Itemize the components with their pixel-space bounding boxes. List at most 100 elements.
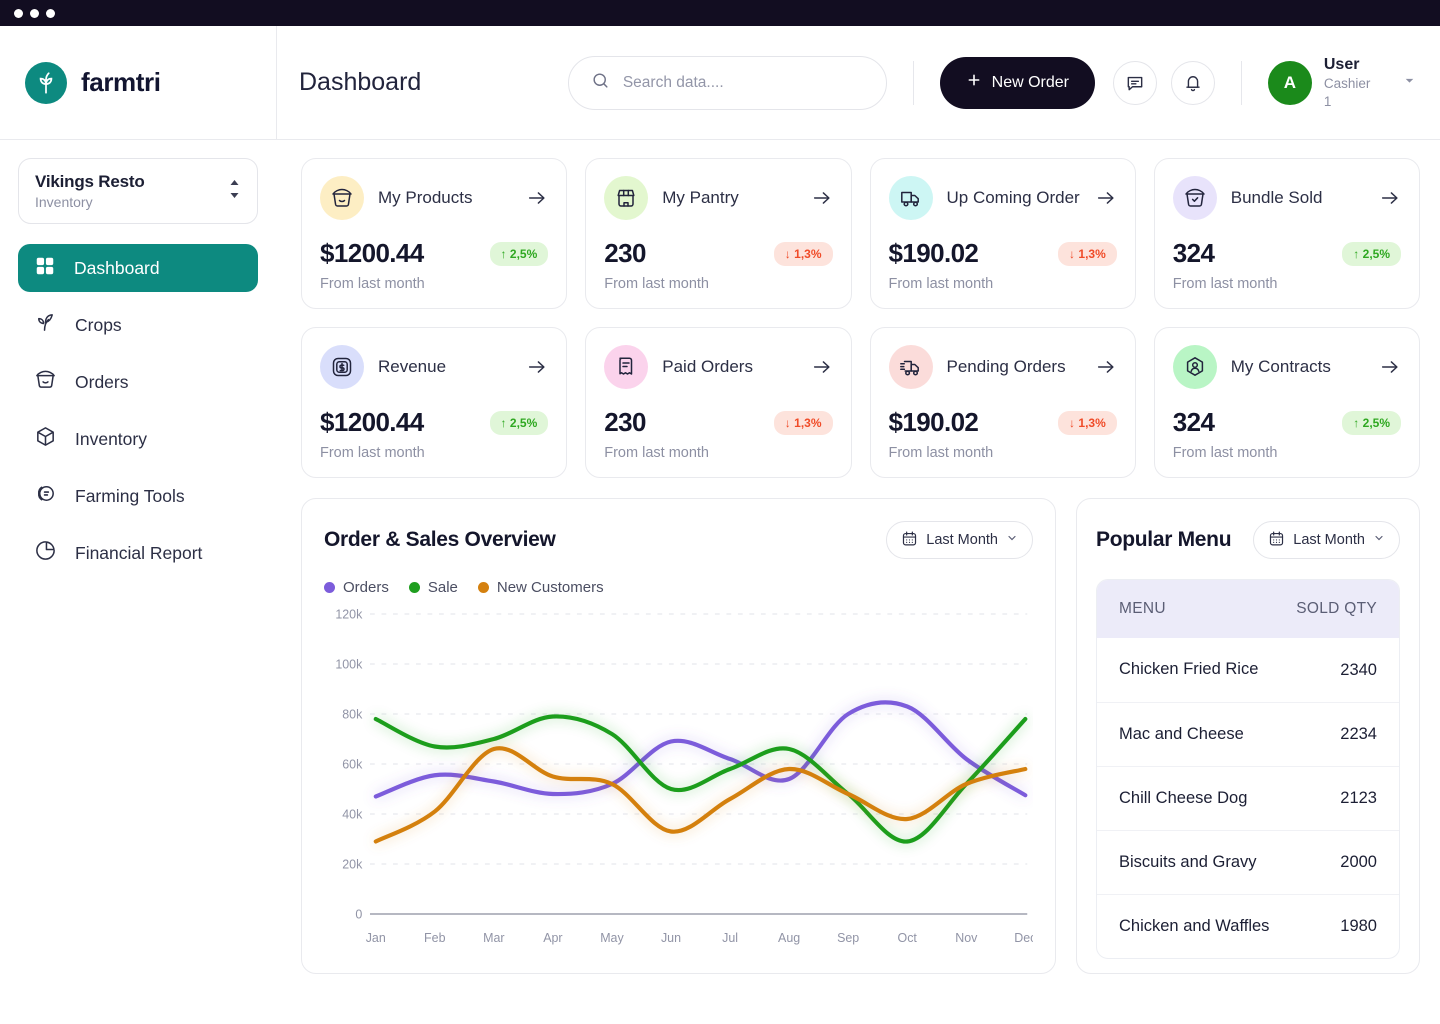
sprout-icon [34,311,57,339]
stat-card-subtitle: From last month [604,445,709,461]
status-badge: ↑ 2,5% [1342,410,1401,435]
stat-card-subtitle: From last month [888,276,994,292]
bell-icon[interactable] [1170,60,1215,105]
sidebar-item-crops[interactable]: Crops [18,301,258,349]
table-header-row: MENU SOLD QTY [1097,580,1399,638]
stat-card[interactable]: Pending Orders $190.02 ↓ 1,3% From last mon… [869,327,1136,478]
menu-item-name: Chill Cheese Dog [1119,788,1248,807]
badge-value: 1,3% [1078,415,1106,430]
stat-card[interactable]: Revenue $1200.44 ↑ 2,5% From last month [301,327,568,478]
search-box[interactable] [567,55,887,110]
org-selector[interactable]: Vikings Resto Inventory [18,158,258,224]
user-menu[interactable]: A User Cashier 1 [1267,55,1416,110]
stat-card-value: 324 [1172,407,1215,437]
svg-text:Feb: Feb [424,930,445,945]
menu-period-label: Last Month [1293,532,1365,548]
search-input[interactable] [622,73,864,92]
stat-card-subtitle: From last month [320,445,425,461]
chart-period-label: Last Month [926,532,998,548]
menu-item-qty: 2234 [1340,725,1377,743]
arrow-right-icon[interactable] [811,187,833,209]
stat-card[interactable]: Up Coming Order $190.02 ↓ 1,3% From last mo… [869,158,1136,309]
stat-card[interactable]: Paid Orders 230 ↓ 1,3% From last month [585,327,852,478]
stat-card[interactable]: My Contracts 324 ↑ 2,5% From last month [1153,327,1420,478]
svg-text:Jul: Jul [722,930,738,945]
top-bar: farmtri Dashboard New Order [0,26,1440,140]
sidebar-item-orders[interactable]: Orders [18,358,258,406]
status-badge: ↑ 2,5% [1342,241,1401,266]
brand-logo[interactable]: farmtri [0,26,277,139]
stat-card-value: $190.02 [888,407,979,437]
stat-card-title: My Contracts [1230,357,1331,376]
basket-icon [34,368,57,396]
stat-card-value: 230 [604,407,646,437]
sidebar-item-inventory[interactable]: Inventory [18,415,258,463]
sidebar-item-financial-report[interactable]: Financial Report [18,529,258,577]
menu-item-name: Chicken Fried Rice [1119,660,1259,679]
leaf-plant-icon [25,61,67,104]
header-divider-1 [912,60,914,105]
window-dot-maximize[interactable] [46,8,55,18]
window-dot-close[interactable] [14,8,23,18]
sidebar-item-dashboard[interactable]: Dashboard [18,244,258,292]
stat-card-title: Bundle Sold [1230,188,1323,207]
menu-period-selector[interactable]: Last Month [1253,521,1400,559]
chevron-down-icon[interactable] [1403,74,1416,92]
pie-chart-icon [34,539,57,567]
user-role: Cashier 1 [1323,75,1371,109]
badge-value: 2,5% [1362,246,1390,261]
svg-text:Dec: Dec [1014,930,1033,945]
stat-card-value: 230 [604,238,646,268]
arrow-right-icon[interactable] [1379,356,1401,378]
table-row[interactable]: Biscuits and Gravy 2000 [1097,830,1399,894]
chart-period-selector[interactable]: Last Month [886,521,1033,559]
status-badge: ↓ 1,3% [1058,241,1117,266]
stat-card[interactable]: My Products $1200.44 ↑ 2,5% From last month [301,158,568,309]
chevron-down-icon [1006,532,1018,548]
stat-card[interactable]: Bundle Sold 324 ↑ 2,5% From last month [1153,158,1420,309]
main-content: My Products $1200.44 ↑ 2,5% From last month… [277,140,1440,1024]
arrow-right-icon[interactable] [1095,356,1117,378]
table-row[interactable]: Chicken and Waffles 1980 [1097,894,1399,958]
arrow-right-icon[interactable] [1095,187,1117,209]
svg-text:Oct: Oct [898,930,918,945]
window-dot-minimize[interactable] [30,8,39,18]
arrow-right-icon[interactable] [526,187,548,209]
arrow-right-icon[interactable] [526,356,548,378]
menu-item-name: Mac and Cheese [1119,724,1244,743]
svg-text:Mar: Mar [483,930,505,945]
new-order-button[interactable]: New Order [939,56,1095,109]
legend-item[interactable]: Sale [408,579,458,596]
menu-panel-title: Popular Menu [1096,528,1232,551]
chart-title: Order & Sales Overview [324,528,556,551]
user-name: User [1323,55,1360,73]
stat-card[interactable]: My Pantry 230 ↓ 1,3% From last month [585,158,852,309]
column-header-menu: MENU [1119,600,1166,617]
legend-item[interactable]: Orders [324,579,389,596]
badge-value: 2,5% [1362,415,1390,430]
svg-text:80k: 80k [342,706,363,721]
arrow-right-icon[interactable] [811,356,833,378]
truck-icon [888,176,933,220]
calendar-icon [901,530,918,551]
badge-value: 1,3% [794,246,822,261]
table-row[interactable]: Chicken Fried Rice 2340 [1097,638,1399,702]
tools-icon [34,482,57,510]
sidebar-item-farming-tools[interactable]: Farming Tools [18,472,258,520]
svg-text:May: May [600,930,624,945]
svg-text:20k: 20k [342,856,363,871]
box-icon [34,425,57,453]
stat-card-value: 324 [1172,238,1215,268]
sidebar-item-label: Financial Report [75,542,203,563]
new-order-label: New Order [991,73,1069,91]
receipt-icon [604,345,649,389]
arrow-right-icon[interactable] [1379,187,1401,209]
badge-value: 2,5% [509,246,538,261]
table-row[interactable]: Mac and Cheese 2234 [1097,702,1399,766]
truck-pending-icon [888,345,933,389]
menu-item-qty: 2123 [1340,789,1377,807]
table-row[interactable]: Chill Cheese Dog 2123 [1097,766,1399,830]
calendar-icon [1268,530,1285,551]
chat-bubble-icon[interactable] [1112,60,1157,105]
legend-item[interactable]: New Customers [477,579,604,596]
